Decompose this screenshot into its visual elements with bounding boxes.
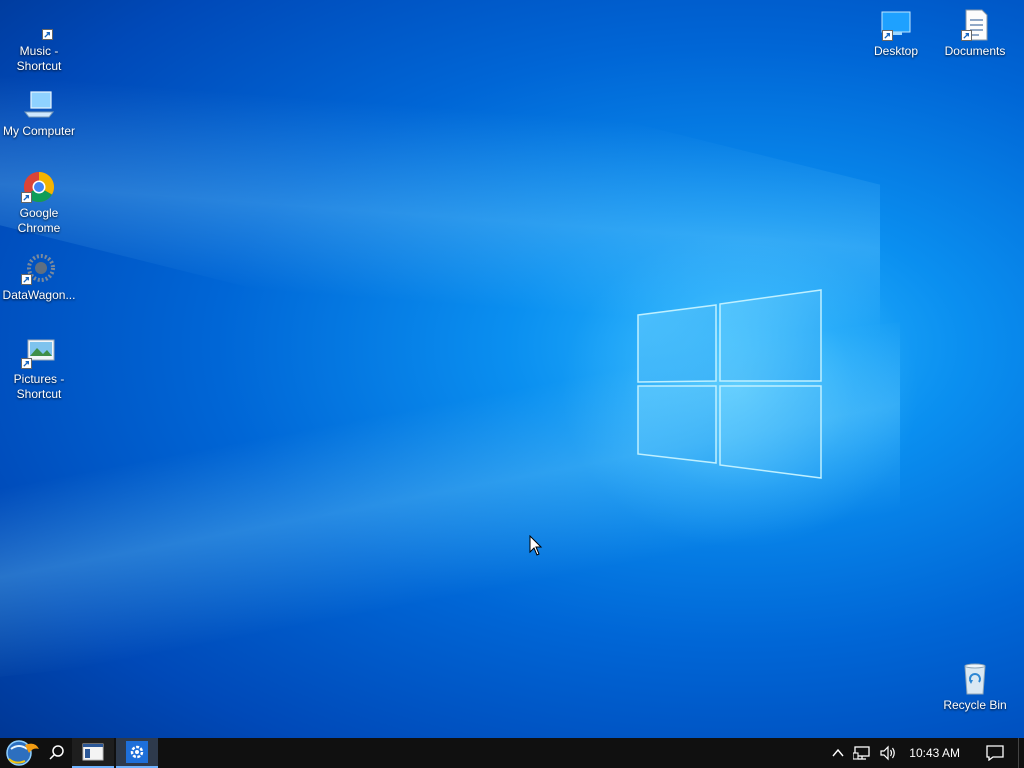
desktop-icon-my-computer[interactable]: My Computer <box>0 88 78 139</box>
shortcut-arrow-icon <box>882 30 893 41</box>
icon-label: Documents <box>944 44 1006 58</box>
desktop-folder-icon <box>876 8 916 42</box>
icon-label: Recycle Bin <box>943 698 1007 712</box>
desktop[interactable]: Music - Shortcut My Computer Google Chro… <box>0 0 1024 738</box>
documents-icon <box>955 8 995 42</box>
search-icon <box>49 745 64 760</box>
datawagon-icon <box>19 252 59 286</box>
mouse-cursor <box>529 535 543 556</box>
start-orb-icon <box>6 740 39 766</box>
network-icon <box>853 746 870 760</box>
desktop-icon-desktop[interactable]: Desktop <box>857 8 935 59</box>
desktop-icon-music-shortcut[interactable]: Music - Shortcut <box>0 22 78 74</box>
taskbar-app-settings[interactable] <box>116 738 158 768</box>
start-button[interactable] <box>0 738 44 768</box>
search-button[interactable] <box>44 738 70 768</box>
shortcut-arrow-icon <box>21 192 32 203</box>
show-hidden-icons-button[interactable] <box>827 738 849 768</box>
desktop-icon-documents[interactable]: Documents <box>936 8 1014 59</box>
action-center-button[interactable] <box>972 738 1018 768</box>
computer-icon <box>19 88 59 122</box>
shortcut-arrow-icon <box>21 274 32 285</box>
desktop-icon-google-chrome[interactable]: Google Chrome <box>0 170 78 236</box>
icon-label: My Computer <box>2 124 76 138</box>
app-window-icon <box>82 743 104 761</box>
pictures-icon <box>19 336 59 370</box>
chrome-icon <box>19 170 59 204</box>
icon-label: Music - Shortcut <box>16 44 62 73</box>
icon-label: Desktop <box>873 44 919 58</box>
shortcut-arrow-icon <box>21 358 32 369</box>
system-tray: 10:43 AM <box>827 738 1024 768</box>
shortcut-arrow-icon <box>42 29 53 40</box>
desktop-icon-datawagon[interactable]: DataWagon... <box>0 252 78 303</box>
windows-logo-wallpaper <box>637 289 822 479</box>
clock[interactable]: 10:43 AM <box>901 738 972 768</box>
taskbar: 10:43 AM <box>0 738 1024 768</box>
settings-gear-icon <box>126 741 148 763</box>
network-button[interactable] <box>849 738 875 768</box>
icon-label: Pictures - Shortcut <box>13 372 65 401</box>
notification-icon <box>986 745 1004 761</box>
volume-icon <box>880 745 896 761</box>
volume-button[interactable] <box>875 738 901 768</box>
icon-label: DataWagon... <box>2 288 76 302</box>
chevron-up-icon <box>832 748 844 757</box>
icon-label: Google Chrome <box>17 206 61 235</box>
shortcut-arrow-icon <box>961 30 972 41</box>
desktop-icon-recycle-bin[interactable]: Recycle Bin <box>936 662 1014 713</box>
music-shortcut-icon <box>19 22 59 42</box>
recycle-bin-icon <box>955 662 995 696</box>
desktop-icon-pictures-shortcut[interactable]: Pictures - Shortcut <box>0 336 78 402</box>
show-desktop-button[interactable] <box>1018 738 1024 768</box>
taskbar-app-window[interactable] <box>72 738 114 768</box>
